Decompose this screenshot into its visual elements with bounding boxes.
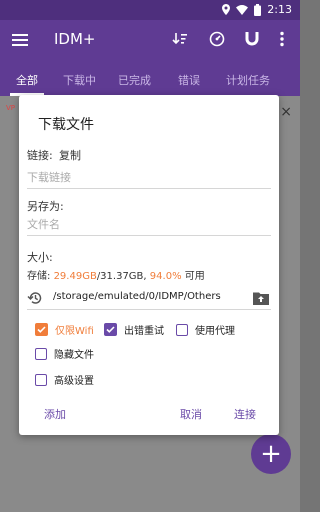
list-item-fragment: VP <box>6 104 16 112</box>
clock-time: 2:13 <box>267 3 292 16</box>
save-path-row: /storage/emulated/0/IDMP/Others <box>27 287 271 310</box>
link-label: 链接: <box>27 149 53 162</box>
retry-option[interactable]: 出错重试 <box>104 322 164 337</box>
more-icon[interactable] <box>280 31 284 51</box>
save-path[interactable]: /storage/emulated/0/IDMP/Others <box>53 291 221 302</box>
copy-link-button[interactable]: 复制 <box>59 147 81 163</box>
tab-bar: 全部 下载中 已完成 错误 计划任务 <box>0 60 300 96</box>
filename-field[interactable] <box>27 213 271 236</box>
wifi-icon <box>236 4 249 15</box>
connect-button[interactable]: 连接 <box>234 406 256 422</box>
advanced-settings-checkbox[interactable] <box>35 373 47 386</box>
download-file-dialog: 下载文件 链接: 复制 另存为: 大小: 存储: 29.49GB/31.37GB… <box>19 95 279 435</box>
hide-file-checkbox[interactable] <box>35 347 47 360</box>
retry-label: 出错重试 <box>124 326 164 337</box>
wifi-only-label: 仅限Wifi <box>55 326 94 337</box>
advanced-settings-option[interactable]: 高级设置 <box>35 372 94 387</box>
hide-file-option[interactable]: 隐藏文件 <box>35 346 94 361</box>
link-input[interactable] <box>27 167 271 188</box>
app-bar: IDM+ <box>0 20 300 60</box>
size-label: 大小: <box>27 251 53 264</box>
proxy-label: 使用代理 <box>195 326 235 337</box>
hide-file-label: 隐藏文件 <box>54 350 94 361</box>
save-as-label: 另存为: <box>27 200 64 213</box>
link-field[interactable] <box>27 166 271 189</box>
storage-total: /31.37GB, <box>96 271 147 282</box>
storage-info: 存储: 29.49GB/31.37GB, 94.0% 可用 <box>27 267 205 282</box>
magnet-icon[interactable] <box>245 31 259 51</box>
tab-downloading[interactable]: 下载中 <box>63 72 96 88</box>
storage-percent: 94.0% <box>149 271 182 282</box>
cancel-button[interactable]: 取消 <box>180 406 202 422</box>
proxy-option[interactable]: 使用代理 <box>176 322 235 337</box>
status-bar: 2:13 <box>0 0 300 20</box>
filename-input[interactable] <box>27 214 271 235</box>
location-icon <box>222 4 231 15</box>
menu-icon[interactable] <box>12 32 28 51</box>
tab-completed[interactable]: 已完成 <box>118 72 151 88</box>
speed-icon[interactable] <box>209 31 225 51</box>
app-title: IDM+ <box>54 30 96 48</box>
add-download-button[interactable]: + <box>251 434 291 474</box>
retry-checkbox[interactable] <box>104 323 117 336</box>
battery-icon <box>254 3 262 16</box>
close-icon: × <box>280 104 292 120</box>
add-button[interactable]: 添加 <box>44 406 66 422</box>
tab-scheduled[interactable]: 计划任务 <box>226 72 270 88</box>
tab-all[interactable]: 全部 <box>16 72 38 88</box>
storage-free: 29.49GB <box>53 271 97 282</box>
advanced-settings-label: 高级设置 <box>54 376 94 387</box>
wifi-only-checkbox[interactable] <box>35 323 48 336</box>
plus-icon: + <box>260 439 282 469</box>
dialog-title: 下载文件 <box>38 117 94 133</box>
storage-prefix: 存储: <box>27 271 51 282</box>
sort-icon[interactable] <box>172 31 188 51</box>
proxy-checkbox[interactable] <box>176 323 188 336</box>
wifi-only-option[interactable]: 仅限Wifi <box>35 322 94 337</box>
folder-upload-icon[interactable] <box>253 290 269 309</box>
storage-suffix: 可用 <box>184 271 205 282</box>
tab-error[interactable]: 错误 <box>178 72 200 88</box>
history-icon[interactable] <box>27 290 43 310</box>
